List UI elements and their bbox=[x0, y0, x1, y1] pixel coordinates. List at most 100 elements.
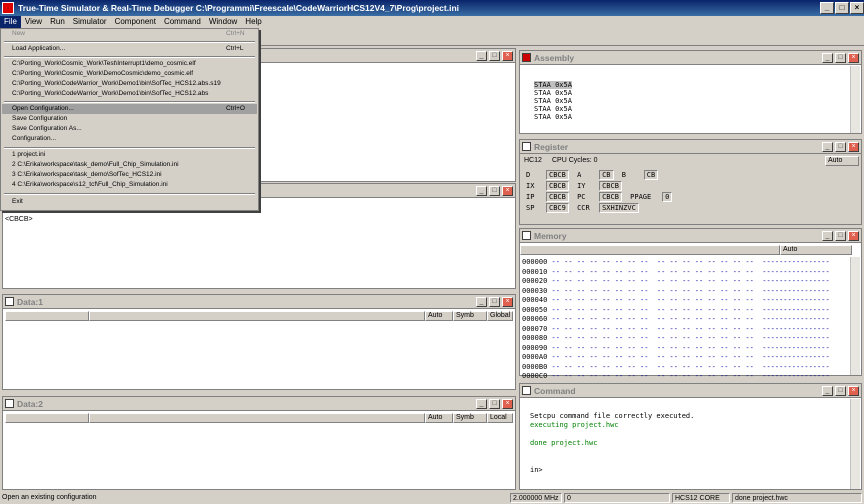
memory-row[interactable]: 0000C0 -- -- -- -- -- -- -- -- -- -- -- … bbox=[522, 372, 830, 382]
maximize-icon[interactable]: □ bbox=[835, 53, 846, 63]
maximize-icon[interactable]: □ bbox=[489, 399, 500, 409]
menu-recent-app[interactable]: C:\Porting_Work\CodeWarrior_Work\Demo1\b… bbox=[2, 79, 257, 89]
menu-file[interactable]: File bbox=[0, 16, 21, 28]
close-icon[interactable]: × bbox=[502, 186, 513, 196]
minimize-icon[interactable]: _ bbox=[476, 186, 487, 196]
close-icon[interactable]: × bbox=[848, 386, 859, 396]
menu-simulator[interactable]: Simulator bbox=[69, 16, 111, 28]
register-sp-value[interactable]: CBC9 bbox=[546, 203, 569, 213]
close-icon[interactable]: × bbox=[848, 231, 859, 241]
register-d-value[interactable]: CBCB bbox=[546, 170, 569, 180]
memory-row[interactable]: 000020 -- -- -- -- -- -- -- -- -- -- -- … bbox=[522, 277, 830, 287]
menu-recent-config[interactable]: 4 C:\Erika\workspace\s12_tcf\Full_Chip_S… bbox=[2, 180, 257, 190]
minimize-icon[interactable]: _ bbox=[822, 386, 833, 396]
register-a-value[interactable]: CB bbox=[599, 170, 614, 180]
column-header[interactable] bbox=[89, 413, 425, 423]
memory-bytes[interactable]: -- -- -- -- -- -- -- -- -- -- -- -- -- -… bbox=[552, 353, 763, 361]
close-icon[interactable]: × bbox=[502, 297, 513, 307]
minimize-button[interactable]: _ bbox=[820, 2, 834, 14]
menu-component[interactable]: Component bbox=[111, 16, 160, 28]
command-scrollbar[interactable] bbox=[850, 399, 860, 489]
maximize-icon[interactable]: □ bbox=[835, 386, 846, 396]
memory-bytes[interactable]: -- -- -- -- -- -- -- -- -- -- -- -- -- -… bbox=[552, 325, 763, 333]
assembly-line[interactable]: STAA 0x5A bbox=[534, 81, 572, 89]
close-button[interactable]: × bbox=[850, 2, 864, 14]
menu-recent-config[interactable]: 1 project.ini bbox=[2, 150, 257, 160]
minimize-icon[interactable]: _ bbox=[822, 53, 833, 63]
memory-row[interactable]: 000080 -- -- -- -- -- -- -- -- -- -- -- … bbox=[522, 334, 830, 344]
maximize-icon[interactable]: □ bbox=[489, 51, 500, 61]
assembly-line[interactable]: STAA 0x5A bbox=[534, 113, 572, 121]
memory-row[interactable]: 000070 -- -- -- -- -- -- -- -- -- -- -- … bbox=[522, 325, 830, 335]
memory-bytes[interactable]: -- -- -- -- -- -- -- -- -- -- -- -- -- -… bbox=[552, 363, 763, 371]
column-header[interactable] bbox=[5, 311, 89, 321]
minimize-icon[interactable]: _ bbox=[476, 51, 487, 61]
register-pc-value[interactable]: CBCB bbox=[599, 192, 622, 202]
minimize-icon[interactable]: _ bbox=[476, 399, 487, 409]
menu-save-configuration[interactable]: Save Configuration bbox=[2, 114, 257, 124]
memory-bytes[interactable]: -- -- -- -- -- -- -- -- -- -- -- -- -- -… bbox=[552, 334, 763, 342]
memory-row[interactable]: 000090 -- -- -- -- -- -- -- -- -- -- -- … bbox=[522, 344, 830, 354]
memory-row[interactable]: 000030 -- -- -- -- -- -- -- -- -- -- -- … bbox=[522, 287, 830, 297]
memory-bytes[interactable]: -- -- -- -- -- -- -- -- -- -- -- -- -- -… bbox=[552, 287, 763, 295]
menu-view[interactable]: View bbox=[21, 16, 46, 28]
memory-bytes[interactable]: -- -- -- -- -- -- -- -- -- -- -- -- -- -… bbox=[552, 315, 763, 323]
close-icon[interactable]: × bbox=[502, 399, 513, 409]
menu-help[interactable]: Help bbox=[241, 16, 265, 28]
memory-bytes[interactable]: -- -- -- -- -- -- -- -- -- -- -- -- -- -… bbox=[552, 344, 763, 352]
maximize-icon[interactable]: □ bbox=[835, 142, 846, 152]
maximize-button[interactable]: □ bbox=[835, 2, 849, 14]
memory-bytes[interactable]: -- -- -- -- -- -- -- -- -- -- -- -- -- -… bbox=[552, 277, 763, 285]
procedure-content[interactable]: <CBCB> bbox=[5, 216, 33, 223]
minimize-icon[interactable]: _ bbox=[822, 231, 833, 241]
memory-row[interactable]: 000000 -- -- -- -- -- -- -- -- -- -- -- … bbox=[522, 258, 830, 268]
memory-row[interactable]: 000040 -- -- -- -- -- -- -- -- -- -- -- … bbox=[522, 296, 830, 306]
maximize-icon[interactable]: □ bbox=[835, 231, 846, 241]
assembly-line[interactable]: STAA 0x5A bbox=[534, 105, 572, 113]
register-ccr-value[interactable]: SXHINZVC bbox=[599, 203, 639, 213]
close-icon[interactable]: × bbox=[848, 53, 859, 63]
data2-format[interactable]: Symb bbox=[453, 413, 487, 423]
assembly-line[interactable]: STAA 0x5A bbox=[534, 89, 572, 97]
assembly-scrollbar[interactable] bbox=[850, 66, 860, 133]
memory-bytes[interactable]: -- -- -- -- -- -- -- -- -- -- -- -- -- -… bbox=[552, 306, 763, 314]
menu-run[interactable]: Run bbox=[46, 16, 69, 28]
menu-new[interactable]: New Ctrl+N bbox=[2, 29, 257, 39]
menu-save-configuration-as[interactable]: Save Configuration As... bbox=[2, 124, 257, 134]
register-ix-value[interactable]: CBCB bbox=[546, 181, 569, 191]
memory-bytes[interactable]: -- -- -- -- -- -- -- -- -- -- -- -- -- -… bbox=[552, 258, 763, 266]
menu-window[interactable]: Window bbox=[205, 16, 241, 28]
maximize-icon[interactable]: □ bbox=[489, 186, 500, 196]
memory-row[interactable]: 000060 -- -- -- -- -- -- -- -- -- -- -- … bbox=[522, 315, 830, 325]
menu-recent-app[interactable]: C:\Porting_Work\Cosmic_Work\DemoCosmic\d… bbox=[2, 69, 257, 79]
memory-row[interactable]: 000010 -- -- -- -- -- -- -- -- -- -- -- … bbox=[522, 268, 830, 278]
command-prompt[interactable]: in> bbox=[530, 466, 543, 474]
column-header[interactable] bbox=[89, 311, 425, 321]
assembly-line[interactable]: STAA 0x5A bbox=[534, 97, 572, 105]
data1-mode[interactable]: Auto bbox=[425, 311, 453, 321]
data2-mode[interactable]: Auto bbox=[425, 413, 453, 423]
close-icon[interactable]: × bbox=[848, 142, 859, 152]
menu-recent-app[interactable]: C:\Porting_Work\CodeWarrior_Work\Demo1\b… bbox=[2, 89, 257, 99]
memory-bytes[interactable]: -- -- -- -- -- -- -- -- -- -- -- -- -- -… bbox=[552, 268, 763, 276]
memory-bytes[interactable]: -- -- -- -- -- -- -- -- -- -- -- -- -- -… bbox=[552, 296, 763, 304]
menu-command[interactable]: Command bbox=[160, 16, 205, 28]
data2-scope[interactable]: Local bbox=[487, 413, 513, 423]
data1-format[interactable]: Symb bbox=[453, 311, 487, 321]
register-ip-value[interactable]: CBCB bbox=[546, 192, 569, 202]
register-iy-value[interactable]: CBCB bbox=[599, 181, 622, 191]
menu-load-application[interactable]: Load Application... Ctrl+L bbox=[2, 44, 257, 54]
memory-bytes[interactable]: -- -- -- -- -- -- -- -- -- -- -- -- -- -… bbox=[552, 372, 763, 380]
close-icon[interactable]: × bbox=[502, 51, 513, 61]
memory-row[interactable]: 0000A0 -- -- -- -- -- -- -- -- -- -- -- … bbox=[522, 353, 830, 363]
register-b-value[interactable]: CB bbox=[643, 170, 659, 180]
menu-recent-config[interactable]: 3 C:\Erika\workspace\task_demo\SofTec_HC… bbox=[2, 170, 257, 180]
data1-scope[interactable]: Global bbox=[487, 311, 513, 321]
menu-exit[interactable]: Exit bbox=[2, 197, 257, 207]
menu-configuration[interactable]: Configuration... bbox=[2, 134, 257, 144]
minimize-icon[interactable]: _ bbox=[476, 297, 487, 307]
register-ppage-value[interactable]: 0 bbox=[662, 192, 673, 202]
memory-mode[interactable]: Auto bbox=[780, 245, 852, 255]
menu-recent-config[interactable]: 2 C:\Erika\workspace\task_demo\Full_Chip… bbox=[2, 160, 257, 170]
menu-recent-app[interactable]: C:\Porting_Work\Cosmic_Work\Test\Interru… bbox=[2, 59, 257, 69]
